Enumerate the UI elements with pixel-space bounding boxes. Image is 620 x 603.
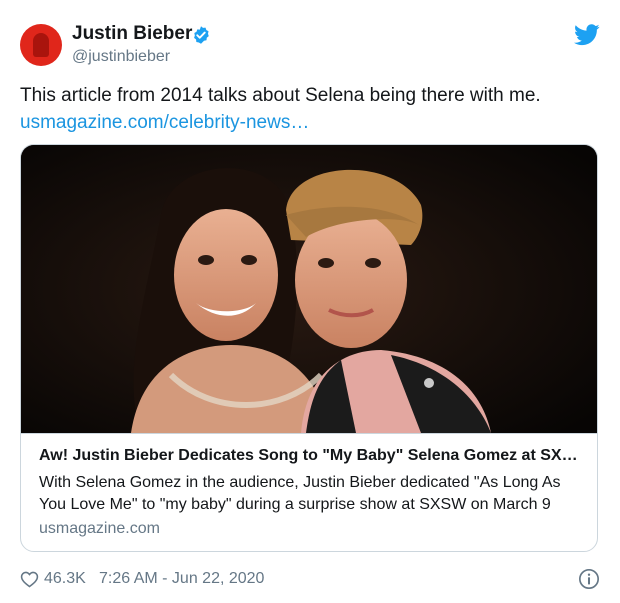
link-preview-card[interactable]: Aw! Justin Bieber Dedicates Song to "My … — [20, 144, 598, 552]
avatar[interactable] — [20, 24, 62, 66]
twitter-bird-icon[interactable] — [574, 24, 600, 46]
display-name[interactable]: Justin Bieber — [72, 23, 192, 45]
like-count[interactable]: 46.3K — [44, 570, 86, 588]
article-link[interactable]: usmagazine.com/celebrity-news… — [20, 112, 309, 134]
tweet-text: This article from 2014 talks about Selen… — [20, 85, 541, 106]
card-divider — [21, 433, 597, 434]
card-title[interactable]: Aw! Justin Bieber Dedicates Song to "My … — [39, 447, 578, 465]
user-handle[interactable]: @justinbieber — [72, 48, 170, 66]
verified-badge-icon — [194, 26, 209, 44]
card-description: With Selena Gomez in the audience, Justi… — [39, 474, 561, 513]
card-domain: usmagazine.com — [39, 520, 160, 537]
info-icon[interactable] — [578, 568, 600, 590]
tweet-footer: 46.3K 7:26 AM - Jun 22, 2020 — [20, 568, 600, 590]
avatar-figure — [33, 33, 49, 57]
card-image[interactable] — [21, 145, 597, 433]
tweet-embed: Justin Bieber @justinbieber This article… — [0, 0, 620, 603]
heart-icon[interactable] — [20, 570, 39, 588]
timestamp[interactable]: 7:26 AM - Jun 22, 2020 — [99, 570, 264, 588]
